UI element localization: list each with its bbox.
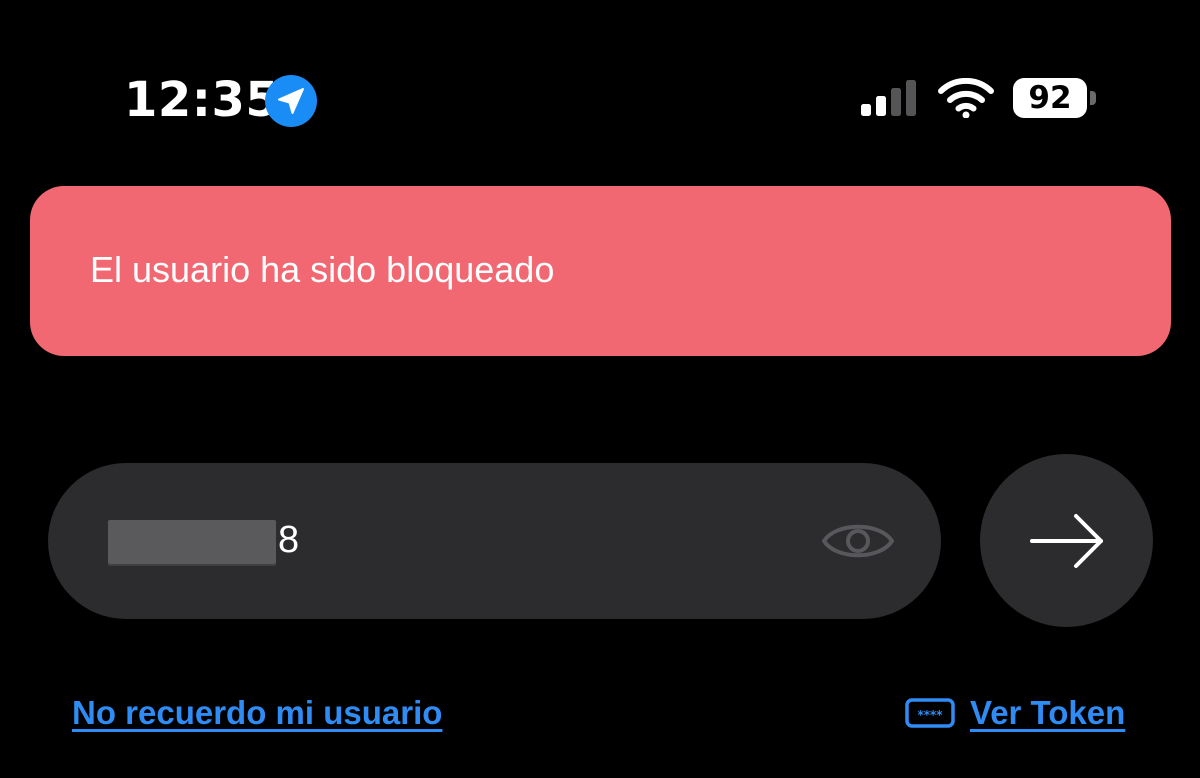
status-bar: 12:35 92	[0, 0, 1200, 160]
password-field-icon[interactable]: ****	[905, 698, 955, 728]
battery-icon: 92	[1013, 78, 1097, 118]
eye-icon[interactable]	[820, 515, 896, 567]
svg-text:****: ****	[917, 708, 943, 722]
battery-cap	[1090, 91, 1096, 105]
error-alert-banner: El usuario ha sido bloqueado	[30, 186, 1171, 356]
redacted-text-block	[108, 520, 276, 566]
location-arrow-icon	[265, 75, 317, 127]
view-token-link[interactable]: Ver Token	[970, 694, 1125, 732]
username-input[interactable]: 8	[48, 463, 941, 619]
arrow-right-icon	[1030, 514, 1103, 568]
submit-button[interactable]	[980, 454, 1153, 627]
battery-level: 92	[1028, 80, 1072, 116]
username-visible-text: 8	[278, 519, 300, 561]
forgot-username-link[interactable]: No recuerdo mi usuario	[72, 694, 442, 732]
clock: 12:35	[124, 72, 280, 128]
alert-message: El usuario ha sido bloqueado	[90, 249, 555, 290]
signal-icon	[861, 80, 916, 116]
wifi-icon	[938, 78, 994, 118]
